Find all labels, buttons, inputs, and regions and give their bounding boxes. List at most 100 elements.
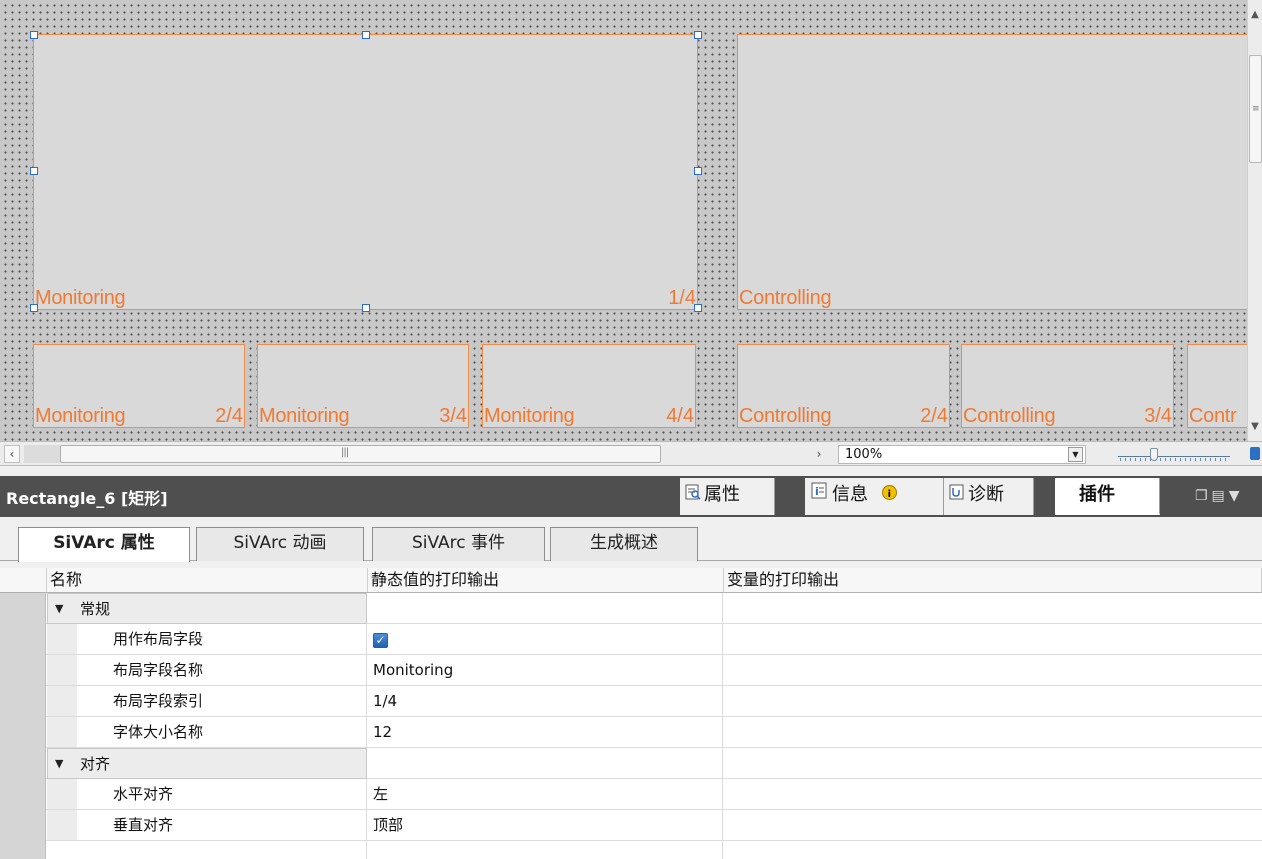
row-name-cell: 字体大小名称 — [47, 717, 367, 748]
horizontal-alignment-value[interactable]: 左 — [368, 779, 723, 810]
column-header-name[interactable]: 名称 — [47, 568, 368, 593]
canvas-bottom-bar: ‹ ||| › 100% ▼ — [0, 441, 1262, 466]
tab-info[interactable]: i 信息 i — [805, 478, 944, 515]
info-list-icon: i — [811, 478, 829, 512]
tag-value-cell — [724, 624, 1262, 655]
info-badge-icon: i — [881, 478, 897, 512]
field-name: Monitoring — [35, 405, 126, 427]
tab-info-label: 信息 — [832, 484, 868, 505]
row-name-cell — [47, 841, 367, 859]
tab-diagnostics[interactable]: 诊断 — [944, 478, 1034, 515]
group-label: 对齐 — [80, 755, 111, 773]
zoom-slider[interactable] — [1118, 447, 1230, 463]
field-index: 3/4 — [1144, 405, 1172, 427]
row-selector[interactable] — [0, 810, 46, 841]
indent-band — [47, 779, 77, 809]
tab-sivarc-animations[interactable]: SiVArc 动画 — [196, 527, 364, 561]
subtab-bar: SiVArc 属性 SiVArc 动画 SiVArc 事件 生成概述 — [0, 517, 1262, 562]
field-name: Controlling — [963, 405, 1056, 427]
resize-handle[interactable] — [30, 304, 38, 312]
resize-handle[interactable] — [362, 31, 370, 39]
layout-field[interactable]: Monitoring 2/4 — [33, 344, 245, 428]
tab-plugins[interactable]: 插件 — [1055, 478, 1160, 515]
chevron-down-icon[interactable]: ▼ — [1068, 447, 1083, 462]
app-root: Monitoring 1/4 Controlling Monitoring 2/… — [0, 0, 1262, 859]
property-label: 用作布局字段 — [113, 630, 204, 648]
scroll-down-icon[interactable]: ▼ — [1248, 420, 1262, 434]
layout-field-selected[interactable]: Monitoring 1/4 — [33, 34, 698, 310]
property-label: 布局字段名称 — [113, 661, 204, 679]
column-header-static-output[interactable]: 静态值的打印输出 — [368, 568, 724, 593]
font-size-name-value[interactable]: 12 — [368, 717, 723, 748]
layout-field[interactable]: Controlling 3/4 — [961, 344, 1174, 428]
row-selector[interactable] — [0, 717, 46, 748]
layout-field[interactable]: Contr — [1187, 344, 1247, 428]
slider-track — [1118, 456, 1230, 457]
table-row[interactable]: 布局字段名称 Monitoring — [0, 655, 1262, 686]
field-index: 1/4 — [668, 287, 696, 309]
vertical-scrollbar[interactable]: ▲ ≡ ▼ — [1247, 0, 1262, 441]
property-label: 垂直对齐 — [113, 816, 174, 834]
table-row[interactable]: 字体大小名称 12 — [0, 717, 1262, 748]
layout-field[interactable]: Monitoring 3/4 — [257, 344, 469, 428]
field-index: 2/4 — [920, 405, 948, 427]
layout-field[interactable]: Controlling 2/4 — [737, 344, 950, 428]
resize-handle[interactable] — [694, 304, 702, 312]
scroll-up-icon[interactable]: ▲ — [1248, 8, 1262, 22]
expand-triangle-icon[interactable]: ▼ — [55, 749, 63, 779]
tab-sivarc-events[interactable]: SiVArc 事件 — [372, 527, 545, 561]
static-value-cell — [368, 593, 723, 624]
property-label: 字体大小名称 — [113, 723, 204, 741]
scroll-left-icon[interactable]: ‹ — [4, 445, 20, 463]
table-row[interactable]: 水平对齐 左 — [0, 779, 1262, 810]
table-row[interactable]: 垂直对齐 顶部 — [0, 810, 1262, 841]
use-as-layout-field-checkbox[interactable]: ✓ — [373, 633, 388, 648]
layout-canvas[interactable]: Monitoring 1/4 Controlling Monitoring 2/… — [0, 0, 1247, 441]
layout-field[interactable]: Controlling — [737, 34, 1247, 310]
row-name-cell: 用作布局字段 — [47, 624, 367, 655]
table-row[interactable]: 布局字段索引 1/4 — [0, 686, 1262, 717]
field-name: Controlling — [739, 405, 832, 427]
layout-field-name-value[interactable]: Monitoring — [368, 655, 723, 686]
zoom-select[interactable]: 100% ▼ — [838, 445, 1086, 464]
tab-diagnostics-label: 诊断 — [968, 484, 1004, 505]
layout-field[interactable]: Monitoring 4/4 — [482, 344, 696, 428]
row-selector[interactable] — [0, 748, 46, 779]
properties-icon — [685, 478, 701, 512]
tag-value-cell — [724, 717, 1262, 748]
table-row-group[interactable]: ▼ 常规 — [0, 593, 1262, 624]
expand-triangle-icon[interactable]: ▼ — [55, 594, 63, 624]
tab-sivarc-properties[interactable]: SiVArc 属性 — [18, 527, 190, 562]
table-row[interactable]: 用作布局字段 ✓ — [0, 624, 1262, 655]
row-name-cell: ▼ 常规 — [47, 593, 367, 624]
row-selector[interactable] — [0, 686, 46, 717]
table-row-group[interactable]: ▼ 对齐 — [0, 748, 1262, 779]
scroll-right-icon[interactable]: › — [809, 446, 829, 464]
zoom-fit-icon[interactable] — [1250, 447, 1260, 460]
column-header-tag-output[interactable]: 变量的打印输出 — [724, 568, 1262, 593]
tab-properties[interactable]: 属性 — [680, 478, 775, 515]
horizontal-scroll-thumb[interactable]: ||| — [60, 445, 661, 463]
tab-plugins-label: 插件 — [1079, 484, 1115, 505]
row-selector[interactable] — [0, 624, 46, 655]
slider-knob[interactable] — [1150, 448, 1158, 461]
property-label: 水平对齐 — [113, 785, 174, 803]
row-selector[interactable] — [0, 593, 46, 624]
row-selector[interactable] — [0, 655, 46, 686]
window-controls-icon[interactable]: ❐▤▼ — [1195, 488, 1244, 504]
resize-handle[interactable] — [362, 304, 370, 312]
tab-generation-overview[interactable]: 生成概述 — [550, 527, 698, 561]
resize-handle[interactable] — [30, 167, 38, 175]
vertical-scroll-thumb[interactable]: ≡ — [1249, 55, 1262, 163]
field-name: Monitoring — [35, 287, 126, 309]
vertical-alignment-value[interactable]: 顶部 — [368, 810, 723, 841]
tab-properties-label: 属性 — [704, 484, 740, 505]
horizontal-scrollbar[interactable]: ||| — [24, 445, 661, 463]
layout-field-index-value[interactable]: 1/4 — [368, 686, 723, 717]
row-selector[interactable] — [0, 779, 46, 810]
field-name: Monitoring — [484, 405, 575, 427]
static-value-cell — [368, 841, 723, 859]
resize-handle[interactable] — [694, 167, 702, 175]
resize-handle[interactable] — [694, 31, 702, 39]
resize-handle[interactable] — [30, 31, 38, 39]
